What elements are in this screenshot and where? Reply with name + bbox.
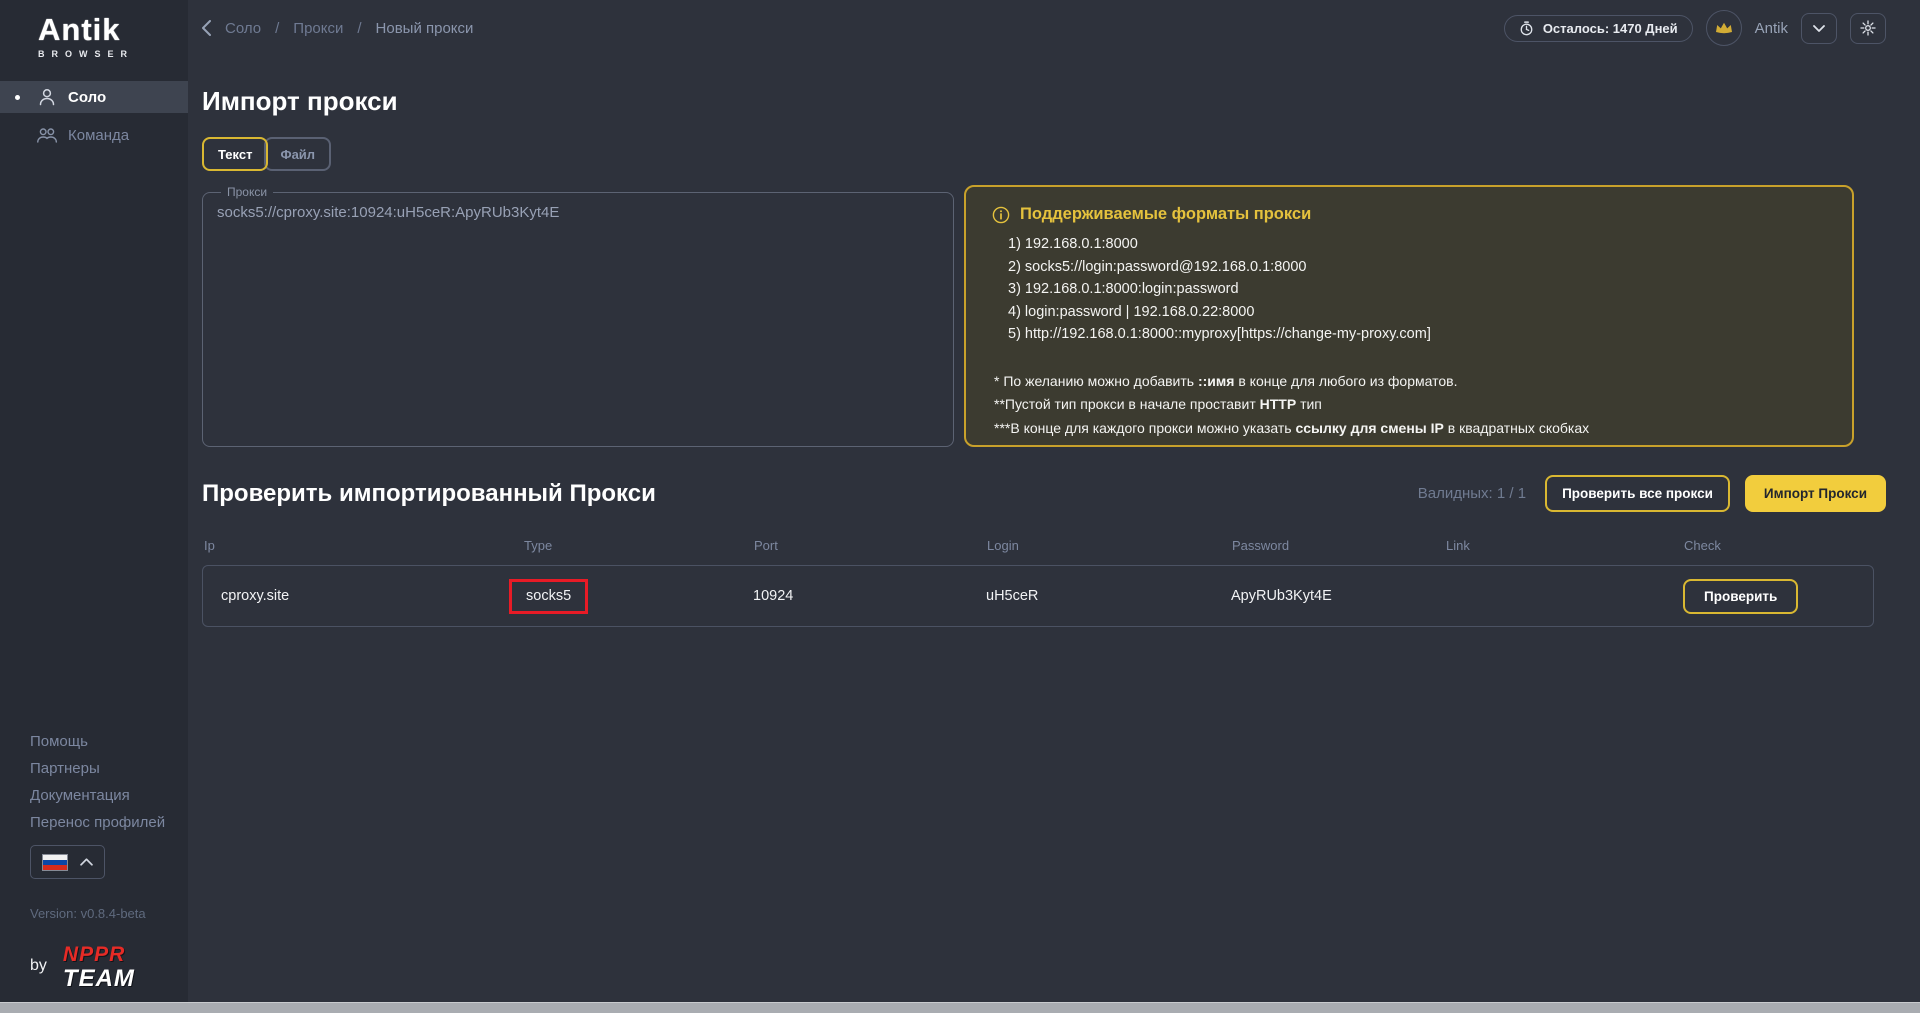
format-item: 5) http://192.168.0.1:8000::myproxy[http… xyxy=(1008,326,1431,342)
by-label: by xyxy=(30,957,47,974)
formats-notes: * По желанию можно добавить ::имя в конц… xyxy=(994,370,1828,441)
app-window: Antik BROWSER Соло Команда Помощь Партне… xyxy=(0,0,1920,1013)
check-section-header: Проверить импортированный Прокси Валидны… xyxy=(202,475,1886,512)
column-header-password: Password xyxy=(1232,538,1290,553)
proxy-table: Ip Type Port Login Password Link Check c… xyxy=(202,538,1874,627)
logo-text: Antik xyxy=(38,12,121,47)
breadcrumb-item-proxies[interactable]: Прокси xyxy=(293,20,343,37)
proxy-input[interactable]: socks5://cproxy.site:10924:uH5ceR:ApyRUb… xyxy=(215,201,941,421)
topbar: Соло / Прокси / Новый прокси Осталось: 1… xyxy=(202,0,1886,56)
crown-icon xyxy=(1715,22,1732,34)
remaining-days-label: Осталось: 1470 Дней xyxy=(1542,20,1678,36)
formats-panel-header: Поддерживаемые форматы прокси xyxy=(992,205,1828,224)
user-menu-toggle[interactable] xyxy=(1801,12,1837,44)
language-selector[interactable] xyxy=(30,845,105,879)
format-item: 3) 192.168.0.1:8000:login:password xyxy=(1008,281,1239,297)
breadcrumb: Соло / Прокси / Новый прокси xyxy=(202,20,473,37)
tab-text[interactable]: Текст xyxy=(202,137,269,171)
breadcrumb-separator: / xyxy=(357,19,362,37)
logo-subtitle: BROWSER xyxy=(38,49,134,59)
help-link[interactable]: Помощь xyxy=(30,728,165,755)
cell-ip: cproxy.site xyxy=(221,588,290,604)
check-section-title: Проверить импортированный Прокси xyxy=(202,479,656,507)
format-item: 4) login:password | 192.168.0.22:8000 xyxy=(1008,303,1255,320)
page-title: Импорт прокси xyxy=(202,86,398,116)
table-row: cproxy.site socks5 10924 uH5ceR ApyRUb3K… xyxy=(202,565,1874,627)
sidebar-item-team[interactable]: Команда xyxy=(0,119,188,151)
annotation-box: socks5 xyxy=(509,578,589,614)
info-icon xyxy=(992,206,1010,224)
sidebar-item-solo[interactable]: Соло xyxy=(0,81,188,113)
partners-link[interactable]: Партнеры xyxy=(30,755,165,782)
import-content-row: Прокси socks5://cproxy.site:10924:uH5ceR… xyxy=(202,185,1886,447)
nppr-team-logo: NPPR TEAM xyxy=(63,944,135,991)
breadcrumb-item-solo[interactable]: Соло xyxy=(225,20,261,37)
users-group-icon xyxy=(35,125,59,145)
main-area: Соло / Прокси / Новый прокси Осталось: 1… xyxy=(188,0,1920,627)
chevron-up-icon xyxy=(80,853,93,871)
cell-password: ApyRUb3Kyt4E xyxy=(1231,588,1332,604)
nppr-label: NPPR xyxy=(62,943,126,966)
avatar[interactable] xyxy=(1705,10,1742,46)
column-header-link: Link xyxy=(1446,538,1470,553)
chevron-down-icon xyxy=(1813,24,1825,32)
column-header-login: Login xyxy=(987,538,1019,553)
clock-icon xyxy=(1519,20,1534,36)
tab-file[interactable]: Файл xyxy=(264,137,332,171)
made-by-brand: by NPPR TEAM xyxy=(30,944,135,991)
proxy-table-header: Ip Type Port Login Password Link Check xyxy=(202,538,1874,553)
theme-toggle-button[interactable] xyxy=(1850,12,1886,44)
format-item: 1) 192.168.0.1:8000 xyxy=(1008,236,1138,252)
version-label: Version: v0.8.4-beta xyxy=(30,906,146,921)
proxy-input-fieldset: Прокси socks5://cproxy.site:10924:uH5ceR… xyxy=(202,185,954,447)
column-header-port: Port xyxy=(754,538,778,553)
formats-list: 1) 192.168.0.1:8000 2) socks5://login:pa… xyxy=(1008,233,1828,346)
check-all-proxies-button[interactable]: Проверить все прокси xyxy=(1545,475,1730,512)
check-section-actions: Валидных: 1 / 1 Проверить все прокси Имп… xyxy=(1418,475,1886,512)
breadcrumb-separator: / xyxy=(275,19,280,37)
subscription-remaining-badge[interactable]: Осталось: 1470 Дней xyxy=(1503,14,1693,42)
valid-counter: Валидных: 1 / 1 xyxy=(1417,485,1527,502)
cell-login: uH5ceR xyxy=(986,588,1039,604)
breadcrumb-item-new-proxy: Новый прокси xyxy=(375,19,474,37)
sidebar-item-label: Команда xyxy=(68,126,130,144)
horizontal-scrollbar[interactable] xyxy=(0,1002,1920,1013)
user-name-label: Antik xyxy=(1754,19,1788,37)
formats-panel-title: Поддерживаемые форматы прокси xyxy=(1020,205,1312,223)
active-bullet xyxy=(15,95,20,100)
format-note: * По желанию можно добавить ::имя в конц… xyxy=(994,372,1458,389)
cell-type: socks5 xyxy=(509,578,753,614)
app-logo: Antik BROWSER xyxy=(0,0,188,59)
documentation-link[interactable]: Документация xyxy=(30,782,165,809)
import-proxies-button[interactable]: Импорт Прокси xyxy=(1744,475,1886,512)
sidebar-nav: Соло Команда xyxy=(0,81,188,151)
sidebar: Antik BROWSER Соло Команда Помощь Партне… xyxy=(0,0,188,1002)
column-header-ip: Ip xyxy=(204,538,215,553)
cell-port: 10924 xyxy=(753,588,794,604)
sidebar-footer-links: Помощь Партнеры Документация Перенос про… xyxy=(30,728,165,836)
sun-icon xyxy=(1860,20,1876,36)
format-item: 2) socks5://login:password@192.168.0.1:8… xyxy=(1008,258,1307,275)
user-icon xyxy=(35,87,59,107)
sidebar-item-label: Соло xyxy=(68,88,107,106)
format-note: **Пустой тип прокси в начале проставит H… xyxy=(994,396,1322,412)
column-header-check: Check xyxy=(1684,538,1721,553)
profile-transfer-link[interactable]: Перенос профилей xyxy=(30,809,165,836)
check-proxy-button[interactable]: Проверить xyxy=(1683,578,1799,614)
flag-ru-icon xyxy=(42,853,68,871)
import-mode-tabs: Текст Файл xyxy=(202,137,1886,171)
column-header-type: Type xyxy=(524,538,553,553)
format-note: ***В конце для каждого прокси можно указ… xyxy=(994,419,1590,436)
proxy-input-label: Прокси xyxy=(227,185,268,199)
team-label: TEAM xyxy=(62,965,135,992)
cell-check: Проверить xyxy=(1683,578,1873,614)
supported-formats-panel: Поддерживаемые форматы прокси 1) 192.168… xyxy=(964,185,1854,447)
back-chevron-icon[interactable] xyxy=(202,20,211,36)
topbar-controls: Осталось: 1470 Дней Antik xyxy=(1503,10,1886,46)
